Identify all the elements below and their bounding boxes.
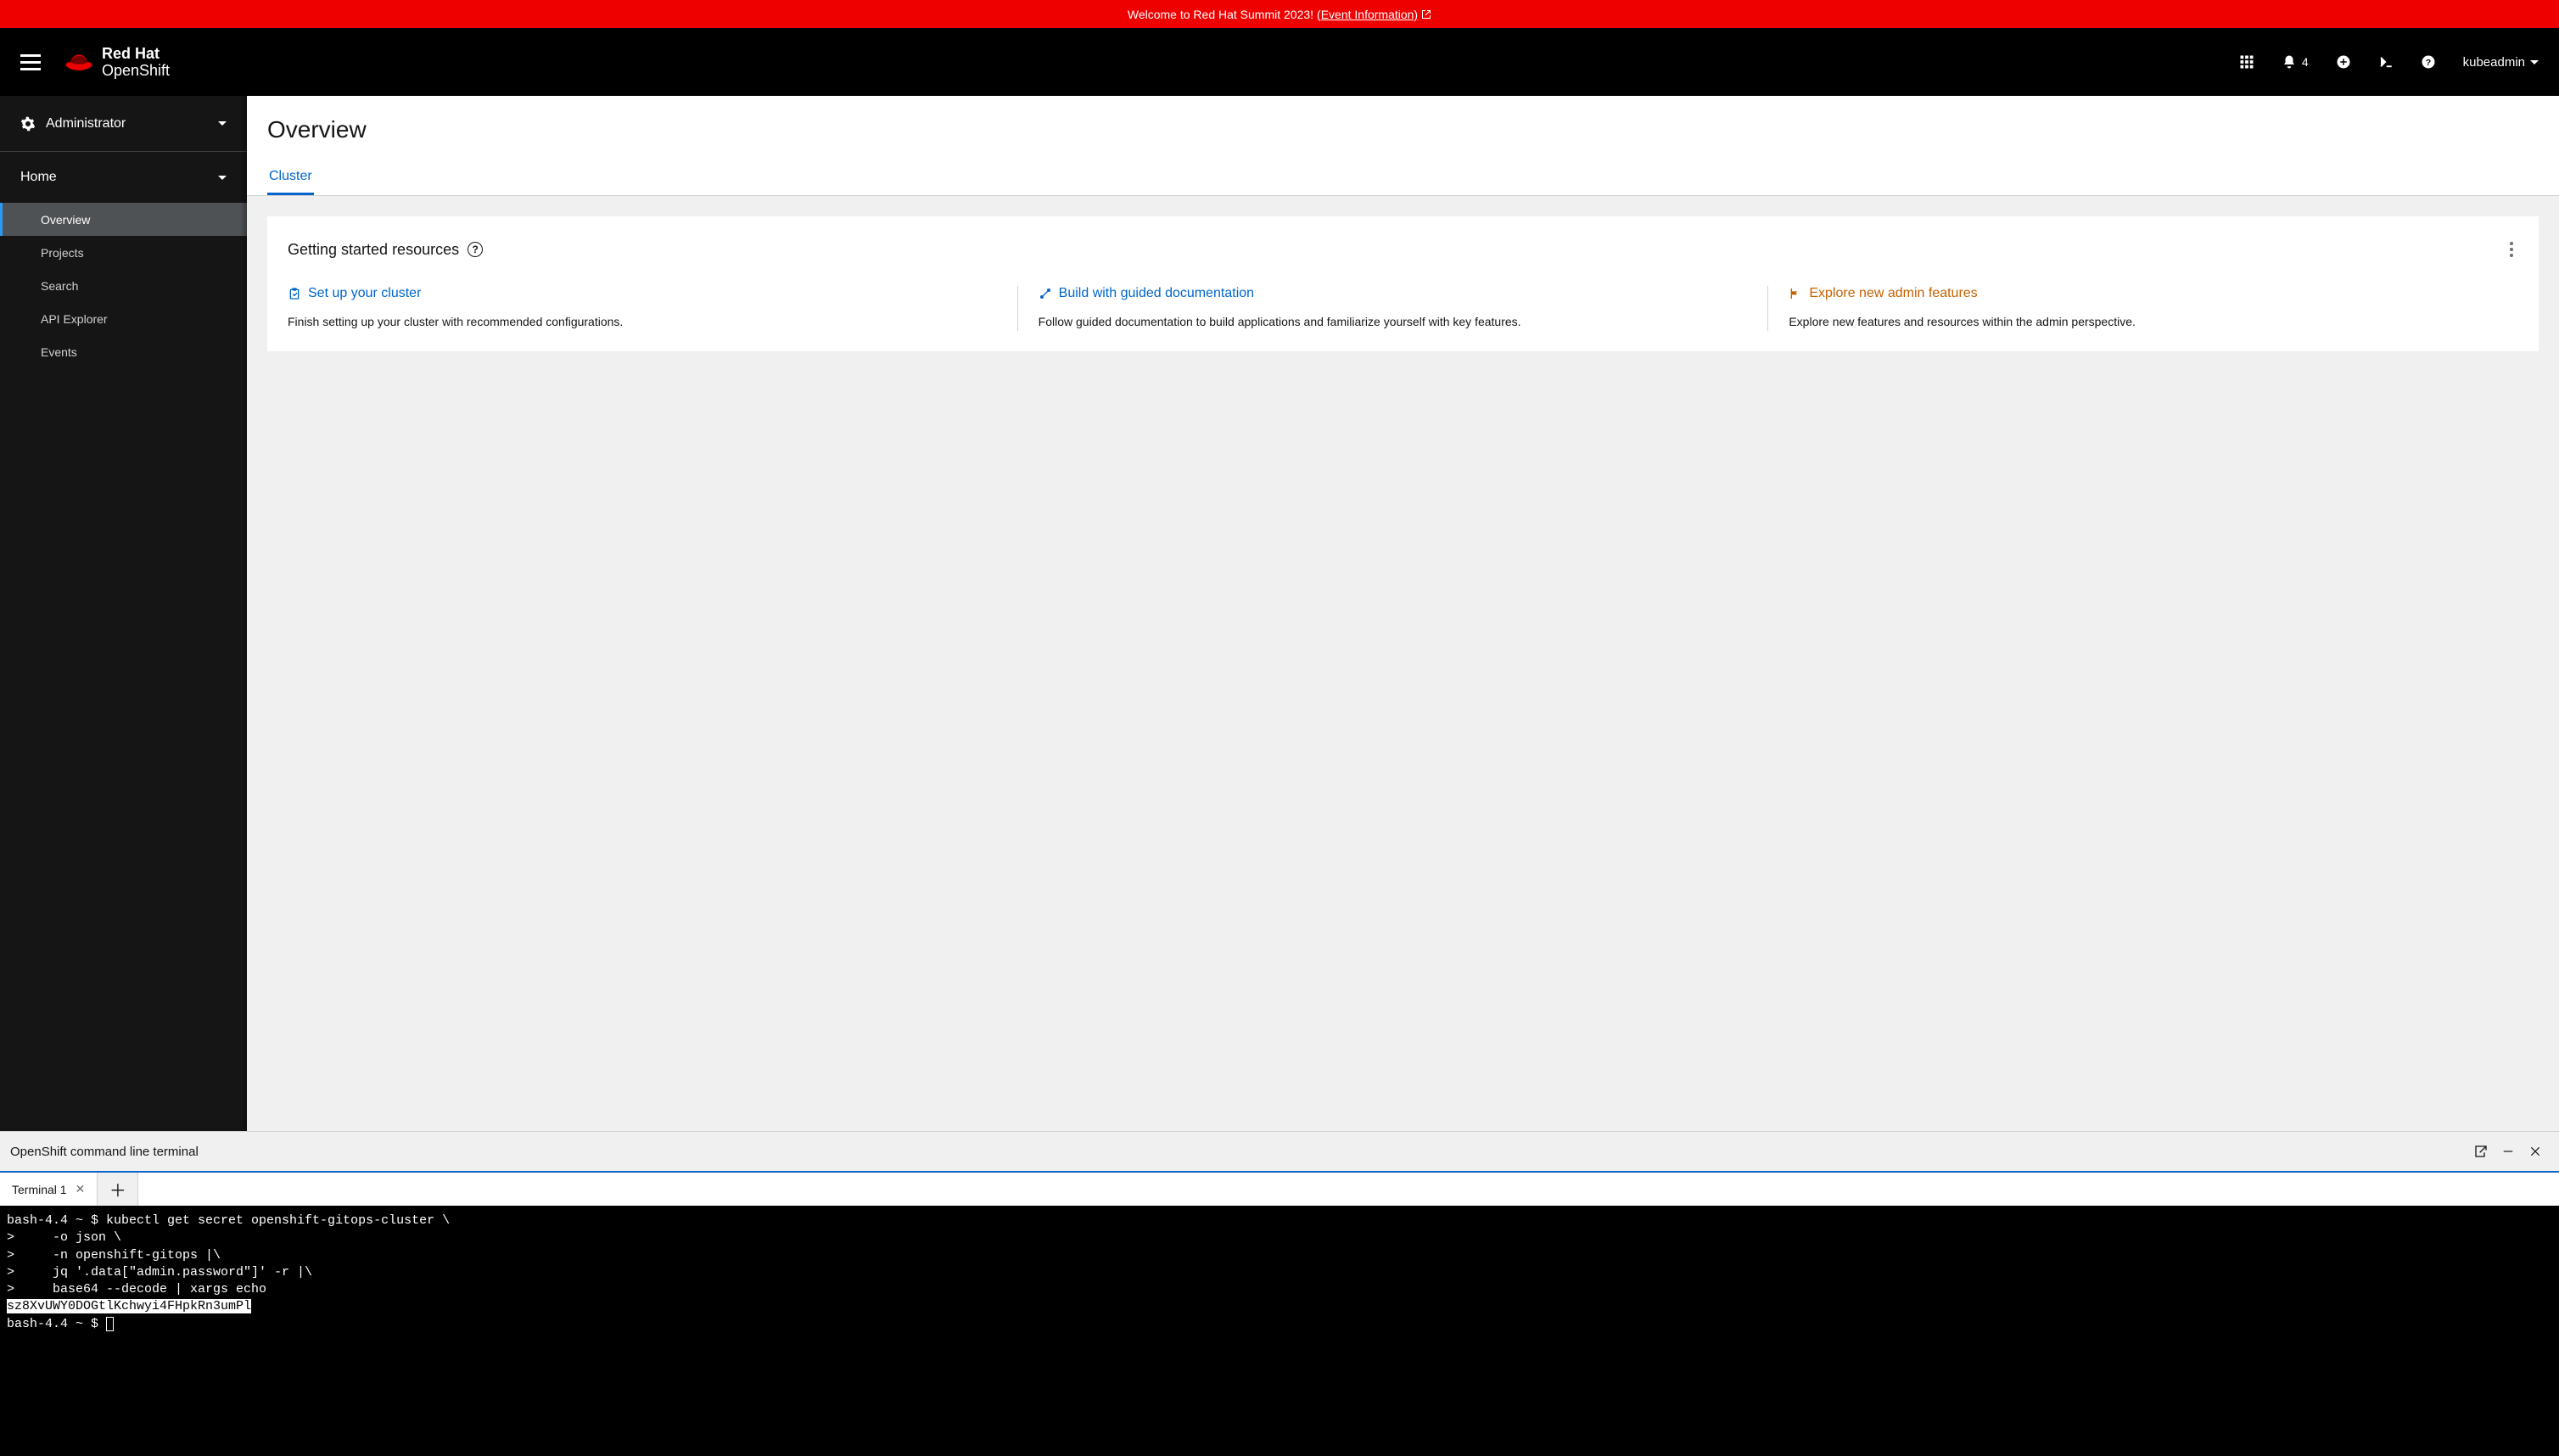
getting-started-column: Explore new admin features Explore new fe… [1767,286,2518,331]
flag-icon [1789,287,1802,300]
terminal-close-button[interactable] [2522,1138,2549,1165]
grid-icon [2239,54,2254,70]
page-tabs: Cluster [247,160,2559,196]
external-link-icon [2474,1145,2488,1158]
content-area: Getting started resources ? Set up your … [247,196,2559,1131]
terminal-titlebar: OpenShift command line terminal [0,1132,2559,1171]
brand-line1: Red Hat [102,46,170,61]
sidebar: Administrator Home OverviewProjectsSearc… [0,96,247,1131]
caret-down-icon [218,121,227,126]
terminal-cursor [106,1317,114,1331]
import-button[interactable] [2336,54,2351,70]
brand-line2: OpenShift [102,63,170,78]
plus-circle-icon [2336,54,2351,70]
card-header: Getting started resources ? [288,237,2518,262]
getting-started-card: Getting started resources ? Set up your … [267,216,2539,351]
question-circle-icon: ? [2421,54,2436,70]
banner-text: Welcome to Red Hat Summit 2023! [1128,8,1313,21]
nav-section-home[interactable]: Home [0,152,247,203]
perspective-switcher[interactable]: Administrator [0,96,247,152]
getting-started-link[interactable]: Set up your cluster [288,286,997,301]
chevron-down-icon [218,176,227,180]
getting-started-column: Build with guided documentation Follow gu… [1017,286,1768,331]
masthead-toolbar: 4 ? kubeadmin [2239,54,2539,70]
brand-logo[interactable]: Red Hat OpenShift [64,46,170,78]
perspective-label: Administrator [46,116,218,132]
sidebar-item-search[interactable]: Search [0,269,247,302]
page-title: Overview [247,116,2559,160]
column-description: Explore new features and resources withi… [1789,313,2498,331]
username: kubeadmin [2463,55,2525,70]
getting-started-link[interactable]: Explore new admin features [1789,286,2498,301]
terminal-popout-button[interactable] [2467,1138,2495,1165]
redhat-hat-icon [64,51,93,73]
main-content: Overview Cluster Getting started resourc… [247,96,2559,1131]
user-menu-button[interactable]: kubeadmin [2463,55,2539,70]
getting-started-link[interactable]: Build with guided documentation [1039,286,1748,301]
masthead: Red Hat OpenShift 4 ? kubeadmin [0,28,2559,96]
terminal-icon [2378,54,2394,70]
banner-link[interactable]: (Event Information) [1317,8,1431,21]
terminal-tabs: Terminal 1 ✕ ＋ [0,1171,2559,1206]
column-title: Build with guided documentation [1059,286,1254,301]
help-icon[interactable]: ? [468,242,483,257]
getting-started-columns: Set up your cluster Finish setting up you… [288,286,2518,331]
terminal-tab[interactable]: Terminal 1 ✕ [0,1173,98,1206]
caret-down-icon [2530,60,2539,64]
app-launcher-button[interactable] [2239,54,2254,70]
sidebar-item-events[interactable]: Events [0,335,247,368]
svg-text:?: ? [2425,58,2430,68]
terminal-title: OpenShift command line terminal [10,1145,199,1159]
announcement-banner: Welcome to Red Hat Summit 2023! (Event I… [0,0,2559,28]
terminal-button[interactable] [2378,54,2394,70]
terminal-output-highlight: sz8XvUWY0DOGtlKchwyi4FHpkRn3umPl [7,1299,251,1313]
sidebar-item-overview[interactable]: Overview [0,203,247,236]
bell-icon [2282,54,2297,70]
terminal-add-tab[interactable]: ＋ [98,1173,138,1206]
route-icon [1039,287,1052,300]
notifications-button[interactable]: 4 [2282,54,2309,70]
banner-link-text: (Event Information) [1317,8,1418,21]
brand-text: Red Hat OpenShift [102,46,170,78]
terminal-tab-label: Terminal 1 [12,1183,67,1196]
tab-cluster[interactable]: Cluster [267,160,314,195]
column-description: Follow guided documentation to build app… [1039,313,1748,331]
minimize-icon [2502,1145,2514,1157]
close-icon [2529,1145,2541,1157]
card-actions-menu[interactable] [2505,237,2518,262]
sidebar-item-api-explorer[interactable]: API Explorer [0,302,247,335]
clipboard-icon [288,287,301,300]
column-title: Set up your cluster [308,286,421,301]
external-link-icon [1421,9,1431,20]
terminal-tab-close[interactable]: ✕ [76,1182,86,1196]
column-title: Explore new admin features [1809,286,1977,301]
nav-toggle-button[interactable] [20,52,41,72]
sidebar-item-projects[interactable]: Projects [0,236,247,269]
help-button[interactable]: ? [2421,54,2436,70]
terminal-panel: OpenShift command line terminal Terminal… [0,1131,2559,1456]
body-row: Administrator Home OverviewProjectsSearc… [0,96,2559,1131]
column-description: Finish setting up your cluster with reco… [288,313,997,331]
notification-count: 4 [2302,55,2309,69]
card-title: Getting started resources [288,241,459,259]
terminal-minimize-button[interactable] [2495,1138,2522,1165]
getting-started-column: Set up your cluster Finish setting up you… [288,286,1017,331]
terminal-body[interactable]: bash-4.4 ~ $ kubectl get secret openshif… [0,1206,2559,1456]
gear-icon [20,116,36,132]
nav-section-label: Home [20,170,218,185]
